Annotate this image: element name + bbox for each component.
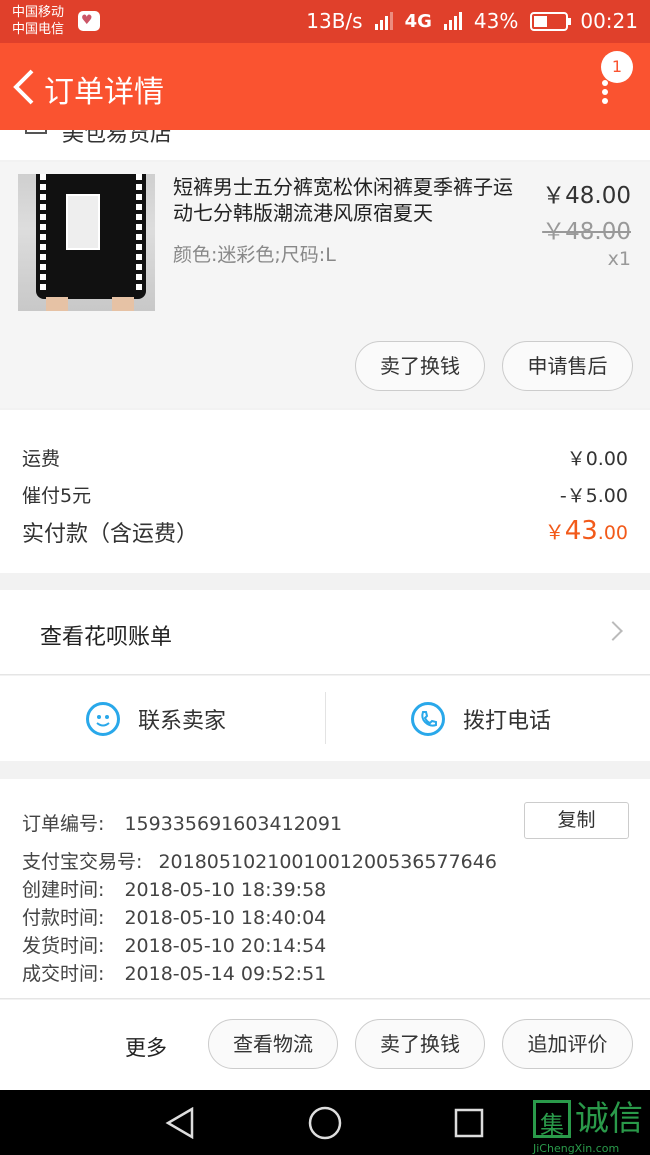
done-value: 2018-05-14 09:52:51 — [124, 963, 327, 985]
nav-home-icon[interactable] — [308, 1106, 342, 1140]
chat-smile-icon — [86, 701, 120, 736]
sell-for-cash-button[interactable]: 卖了换钱 — [355, 341, 485, 391]
created-row: 创建时间: 2018-05-10 18:39:58 — [22, 875, 326, 902]
signal-2g-icon — [374, 12, 393, 30]
more-button[interactable]: 更多 — [125, 1032, 167, 1062]
product-original-price: ￥48.00 — [542, 219, 631, 245]
battery-percent: 43% — [473, 9, 519, 33]
shipping-value: ￥0.00 — [566, 448, 628, 470]
order-info: 订单编号: 159335691603412091 复制 支付宝交易号: 2018… — [0, 779, 650, 999]
order-number-row: 订单编号: 159335691603412091 — [22, 809, 342, 836]
done-label: 成交时间: — [22, 963, 105, 985]
alipay-label: 支付宝交易号: — [22, 851, 143, 873]
discount-value: -￥5.00 — [559, 485, 628, 507]
shop-icon — [25, 130, 47, 134]
shipped-label: 发货时间: — [22, 935, 105, 957]
status-right: 13B/s 4G 43% 00:21 — [306, 9, 638, 33]
paid-time-row: 付款时间: 2018-05-10 18:40:04 — [22, 903, 326, 930]
order-number-label: 订单编号: — [22, 813, 105, 835]
watermark-url: JiChengXin.com — [533, 1142, 620, 1155]
call-label: 拨打电话 — [463, 708, 552, 734]
view-logistics-button[interactable]: 查看物流 — [208, 1019, 338, 1069]
huabei-bill-row[interactable]: 查看花呗账单 — [0, 590, 650, 675]
paid-amount: ￥43.00 — [545, 516, 628, 546]
paid-time-value: 2018-05-10 18:40:04 — [124, 907, 327, 929]
chevron-left-icon — [13, 69, 34, 105]
battery-icon — [530, 11, 572, 31]
product-card[interactable]: 短裤男士五分裤宽松休闲裤夏季裤子运动七分韩版潮流港风原宿夏天 颜色:迷彩色;尺码… — [0, 162, 650, 408]
shipping-label: 运费 — [22, 448, 61, 470]
created-label: 创建时间: — [22, 879, 105, 901]
shipping-row: 运费 ￥0.00 — [22, 444, 628, 471]
huabei-bill-label: 查看花呗账单 — [40, 625, 173, 650]
health-app-icon: ♥ — [78, 11, 100, 31]
phone-icon — [411, 701, 445, 736]
paid-integer: 43 — [564, 516, 598, 546]
created-value: 2018-05-10 18:39:58 — [124, 879, 327, 901]
alipay-row: 支付宝交易号: 2018051021001001200536577646 — [22, 847, 497, 874]
nav-recents-icon[interactable] — [454, 1108, 484, 1138]
shop-name: 美包易货店 — [62, 130, 173, 147]
clock: 00:21 — [580, 9, 638, 33]
paid-row: 实付款（含运费） ￥43.00 — [22, 516, 628, 548]
discount-label: 催付5元 — [22, 485, 92, 507]
watermark-logo: 集 — [533, 1100, 571, 1139]
header: 订单详情 1 — [0, 43, 650, 130]
nav-back-icon[interactable] — [164, 1107, 196, 1139]
status-bar: 中国移动 中国电信 ♥ 13B/s 4G 43% 00:21 — [0, 0, 650, 43]
contact-bar: 联系卖家 拨打电话 — [0, 676, 650, 761]
add-review-button[interactable]: 追加评价 — [502, 1019, 633, 1069]
page-title: 订单详情 — [44, 75, 164, 110]
print-patch — [66, 194, 100, 250]
chevron-right-icon — [603, 621, 623, 641]
product-thumbnail[interactable] — [18, 174, 155, 311]
product-price: ￥48.00 — [542, 183, 631, 209]
call-button[interactable]: 拨打电话 — [411, 676, 551, 761]
paid-currency: ￥ — [544, 520, 565, 544]
divider — [325, 692, 326, 744]
carrier-info: 中国移动 中国电信 — [12, 4, 64, 38]
shop-row[interactable]: 美包易货店 — [0, 130, 650, 160]
contact-seller-button[interactable]: 联系卖家 — [86, 676, 226, 761]
contact-seller-label: 联系卖家 — [138, 708, 227, 734]
product-quantity: x1 — [607, 248, 631, 270]
product-spec: 颜色:迷彩色;尺码:L — [173, 244, 336, 266]
fee-summary: 运费 ￥0.00 催付5元 -￥5.00 实付款（含运费） ￥43.00 — [0, 410, 650, 573]
back-button[interactable] — [8, 65, 44, 109]
more-menu-icon[interactable] — [602, 80, 610, 104]
network-type: 4G — [404, 10, 432, 32]
sell-for-cash-bottom-button[interactable]: 卖了换钱 — [355, 1019, 485, 1069]
watermark-text: 诚信 — [575, 1099, 643, 1139]
order-number-value: 159335691603412091 — [124, 813, 343, 835]
paid-decimal: .00 — [597, 522, 628, 544]
apply-aftersale-button[interactable]: 申请售后 — [502, 341, 633, 391]
shipped-value: 2018-05-10 20:14:54 — [124, 935, 327, 957]
carrier-1: 中国移动 — [12, 5, 65, 20]
discount-row: 催付5元 -￥5.00 — [22, 481, 628, 508]
done-row: 成交时间: 2018-05-14 09:52:51 — [22, 959, 326, 986]
action-bar: 更多 查看物流 卖了换钱 追加评价 — [0, 1000, 650, 1090]
shipped-row: 发货时间: 2018-05-10 20:14:54 — [22, 931, 326, 958]
signal-4g-icon — [443, 12, 462, 30]
paid-label: 实付款（含运费） — [22, 522, 199, 547]
paid-time-label: 付款时间: — [22, 907, 105, 929]
network-speed: 13B/s — [306, 9, 363, 33]
product-title[interactable]: 短裤男士五分裤宽松休闲裤夏季裤子运动七分韩版潮流港风原宿夏天 — [173, 174, 525, 226]
copy-button[interactable]: 复制 — [524, 802, 629, 839]
carrier-2: 中国电信 — [12, 22, 65, 37]
watermark: 集诚信 JiChengXin.com — [533, 1099, 643, 1155]
message-badge[interactable]: 1 — [601, 51, 633, 83]
alipay-value: 2018051021001001200536577646 — [158, 851, 497, 873]
